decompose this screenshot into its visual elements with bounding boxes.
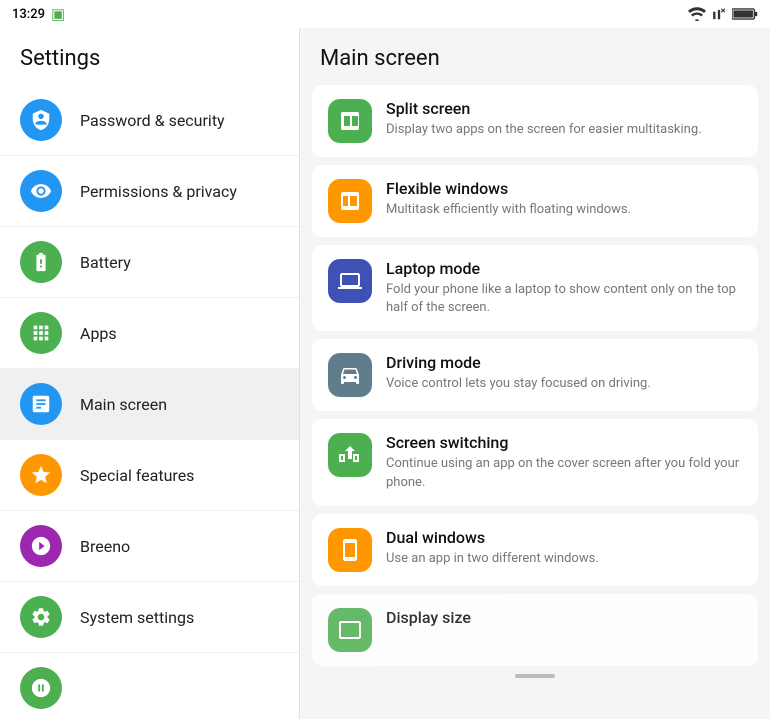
status-right — [688, 7, 758, 21]
sidebar-label-main-screen: Main screen — [80, 395, 167, 414]
split-screen-desc: Display two apps on the screen for easie… — [386, 121, 742, 139]
permissions-privacy-icon — [20, 170, 62, 212]
sidebar-title: Settings — [0, 28, 299, 85]
status-bar: 13:29 ▣ — [0, 0, 770, 28]
sidebar-label-password-security: Password & security — [80, 111, 225, 130]
scroll-indicator — [515, 674, 555, 678]
extra-icon — [20, 667, 62, 709]
split-screen-title: Split screen — [386, 99, 742, 118]
flexible-windows-title: Flexible windows — [386, 179, 742, 198]
sidebar-item-apps[interactable]: Apps — [0, 298, 299, 369]
dual-windows-icon — [328, 528, 372, 572]
sidebar-label-apps: Apps — [80, 324, 117, 343]
apps-icon — [20, 312, 62, 354]
screen-switching-icon — [328, 433, 372, 477]
split-screen-text: Split screen Display two apps on the scr… — [386, 99, 742, 139]
flexible-windows-icon — [328, 179, 372, 223]
sidebar-label-system-settings: System settings — [80, 608, 194, 627]
content-area: Main screen Split screen Display two app… — [300, 28, 770, 719]
battery-sidebar-icon — [20, 241, 62, 283]
status-left: 13:29 ▣ — [12, 5, 65, 23]
battery-icon — [732, 7, 758, 21]
sidebar-item-battery[interactable]: Battery — [0, 227, 299, 298]
main-layout: Settings Password & security Permissions… — [0, 28, 770, 719]
split-screen-icon — [328, 99, 372, 143]
display-size-text: Display size — [386, 608, 742, 630]
sidebar-item-main-screen[interactable]: Main screen — [0, 369, 299, 440]
sidebar-label-breeno: Breeno — [80, 537, 130, 556]
sidebar-item-breeno[interactable]: Breeno — [0, 511, 299, 582]
sidebar-label-permissions-privacy: Permissions & privacy — [80, 182, 237, 201]
split-screen-card[interactable]: Split screen Display two apps on the scr… — [312, 85, 758, 157]
flexible-windows-desc: Multitask efficiently with floating wind… — [386, 201, 742, 219]
driving-mode-card[interactable]: Driving mode Voice control lets you stay… — [312, 339, 758, 411]
screen-switching-desc: Continue using an app on the cover scree… — [386, 455, 742, 491]
driving-mode-icon — [328, 353, 372, 397]
display-size-title: Display size — [386, 608, 742, 627]
driving-mode-title: Driving mode — [386, 353, 742, 372]
time: 13:29 — [12, 7, 45, 22]
screen-switching-card[interactable]: Screen switching Continue using an app o… — [312, 419, 758, 505]
display-size-icon — [328, 608, 372, 652]
app-status-icon: ▣ — [51, 5, 65, 23]
driving-mode-text: Driving mode Voice control lets you stay… — [386, 353, 742, 393]
flexible-windows-card[interactable]: Flexible windows Multitask efficiently w… — [312, 165, 758, 237]
laptop-mode-icon — [328, 259, 372, 303]
sidebar-item-special-features[interactable]: Special features — [0, 440, 299, 511]
dual-windows-title: Dual windows — [386, 528, 742, 547]
dual-windows-desc: Use an app in two different windows. — [386, 550, 742, 568]
sidebar-item-extra[interactable] — [0, 653, 299, 719]
flexible-windows-text: Flexible windows Multitask efficiently w… — [386, 179, 742, 219]
screen-switching-text: Screen switching Continue using an app o… — [386, 433, 742, 491]
password-security-icon — [20, 99, 62, 141]
breeno-icon — [20, 525, 62, 567]
sidebar-item-system-settings[interactable]: System settings — [0, 582, 299, 653]
sidebar-label-special-features: Special features — [80, 466, 194, 485]
dual-windows-text: Dual windows Use an app in two different… — [386, 528, 742, 568]
laptop-mode-title: Laptop mode — [386, 259, 742, 278]
driving-mode-desc: Voice control lets you stay focused on d… — [386, 375, 742, 393]
sidebar-item-password-security[interactable]: Password & security — [0, 85, 299, 156]
system-settings-icon — [20, 596, 62, 638]
laptop-mode-desc: Fold your phone like a laptop to show co… — [386, 281, 742, 317]
sidebar-item-permissions-privacy[interactable]: Permissions & privacy — [0, 156, 299, 227]
sidebar-label-battery: Battery — [80, 253, 131, 272]
display-size-card[interactable]: Display size — [312, 594, 758, 666]
special-features-icon — [20, 454, 62, 496]
wifi-icon — [688, 7, 706, 21]
laptop-mode-card[interactable]: Laptop mode Fold your phone like a lapto… — [312, 245, 758, 331]
signal-icon — [711, 7, 727, 21]
main-screen-icon — [20, 383, 62, 425]
content-title: Main screen — [300, 28, 770, 85]
sidebar: Settings Password & security Permissions… — [0, 28, 300, 719]
screen-switching-title: Screen switching — [386, 433, 742, 452]
dual-windows-card[interactable]: Dual windows Use an app in two different… — [312, 514, 758, 586]
laptop-mode-text: Laptop mode Fold your phone like a lapto… — [386, 259, 742, 317]
